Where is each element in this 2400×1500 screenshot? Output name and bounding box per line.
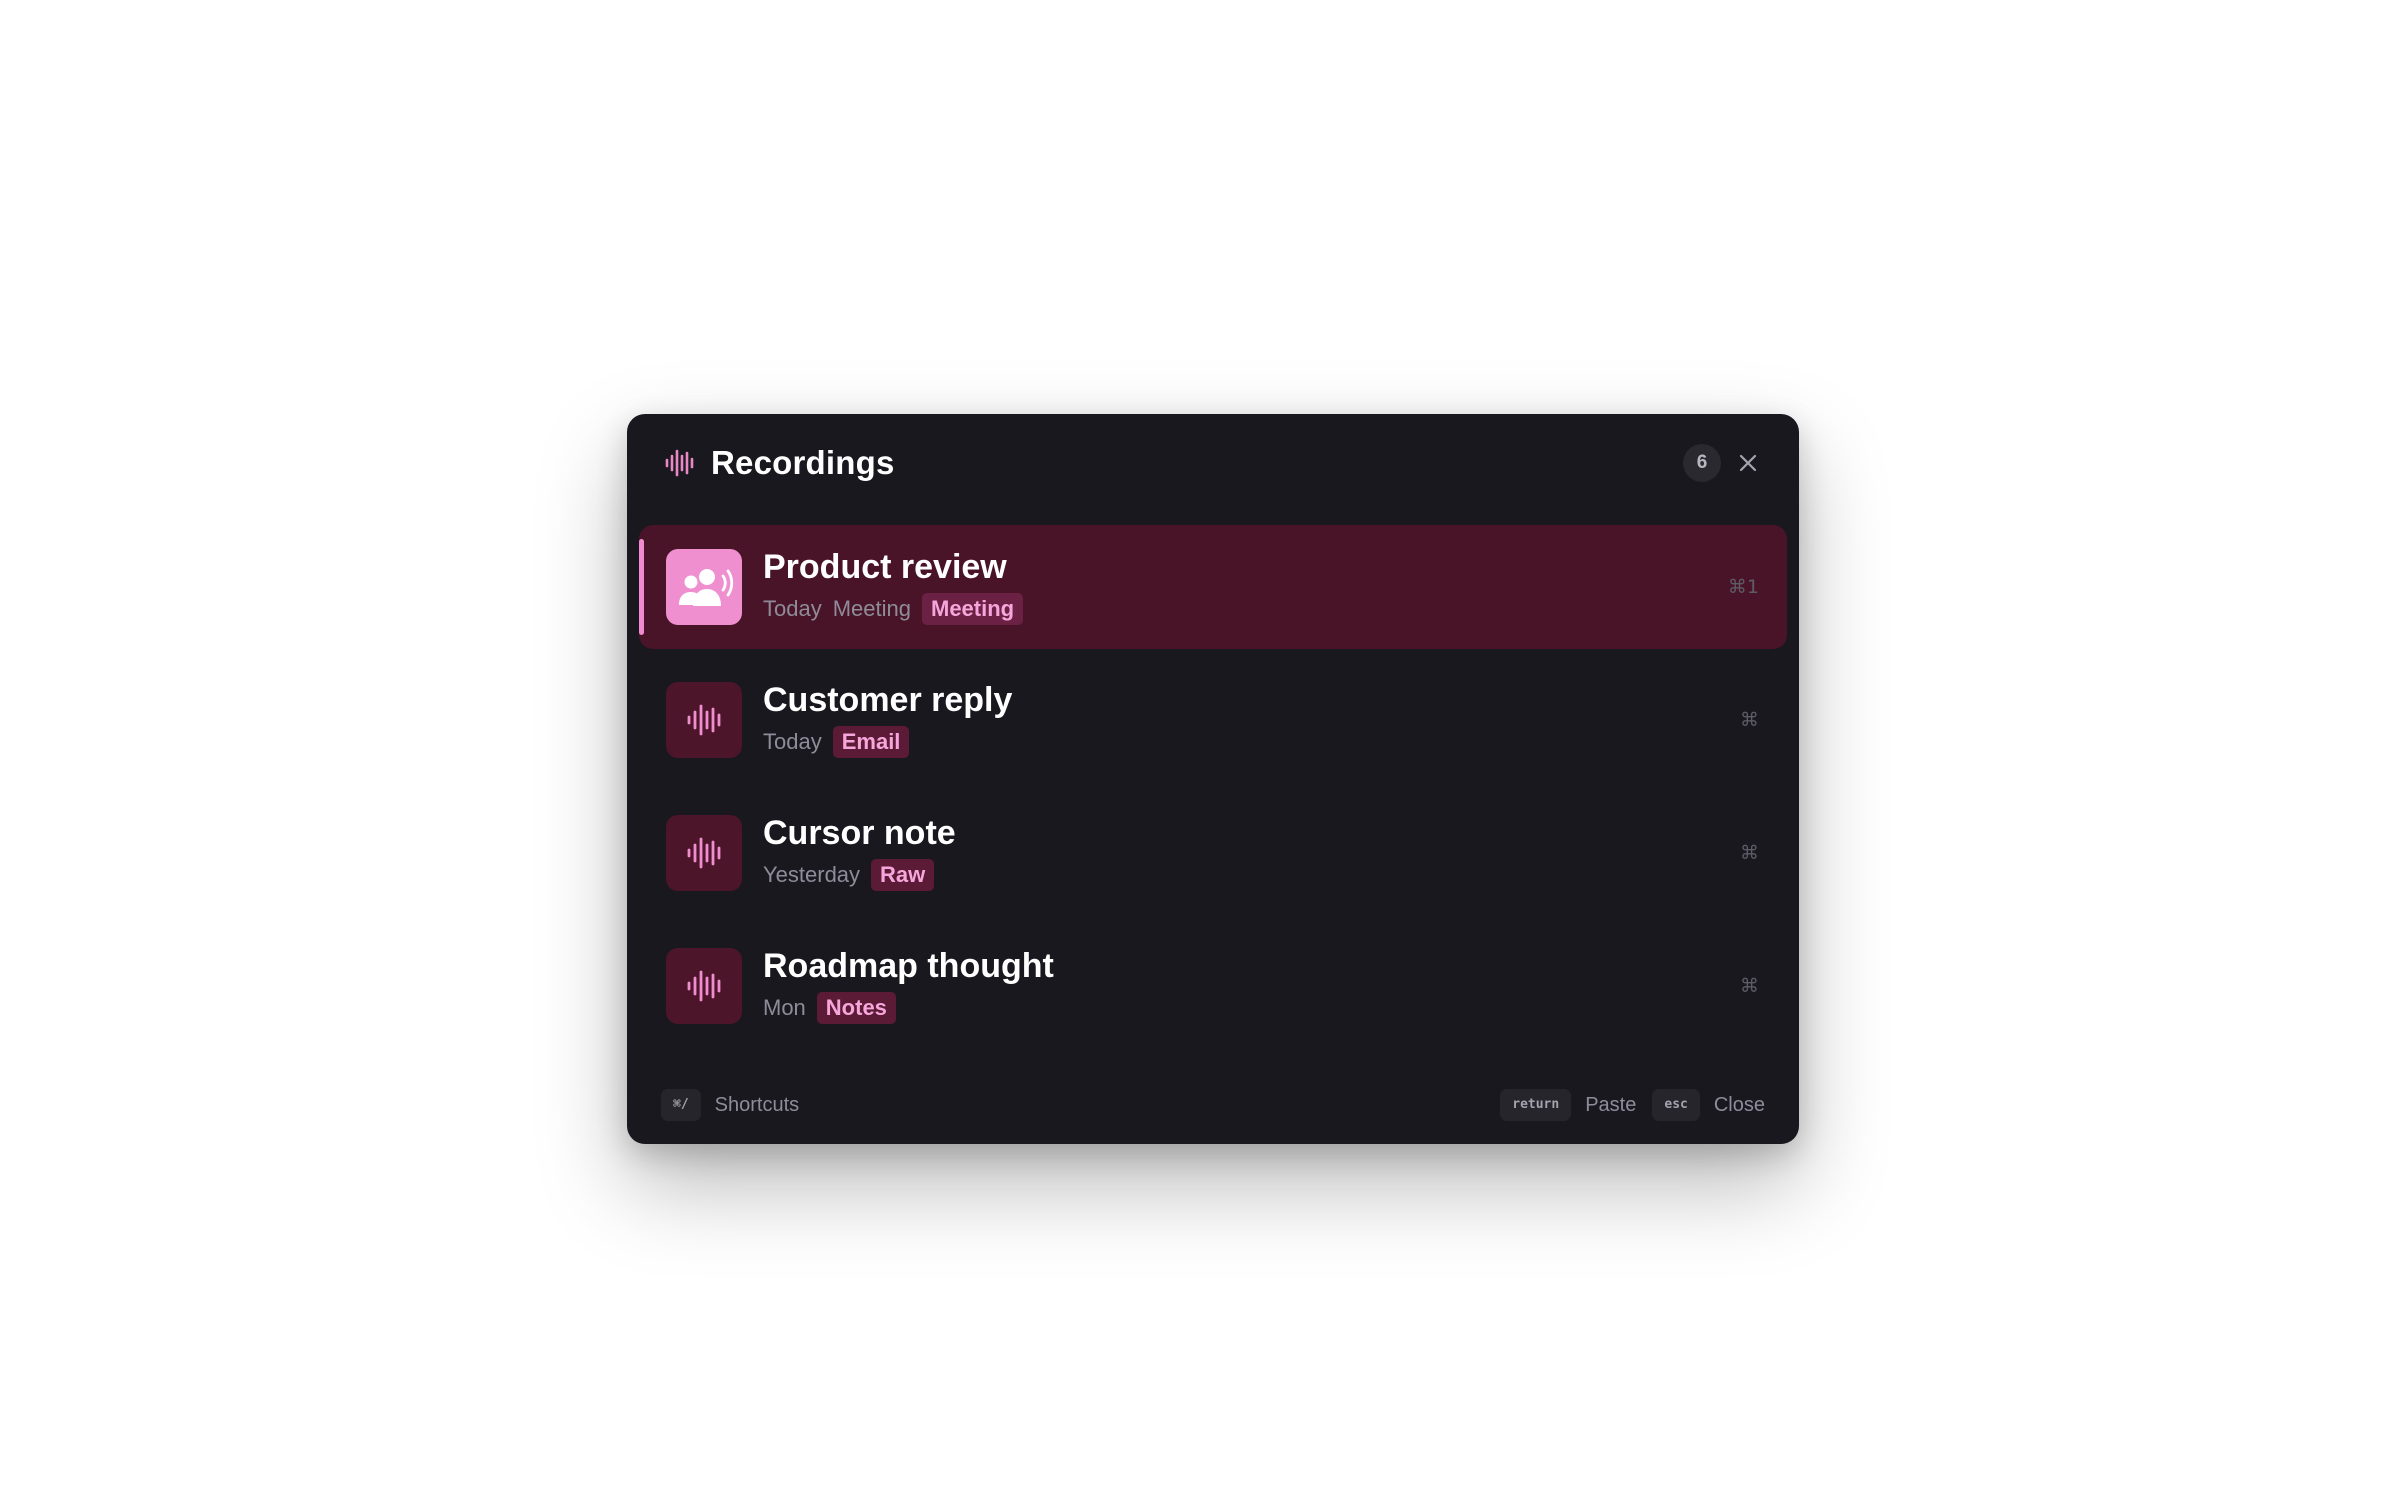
recording-meta: Today Meeting Meeting: [763, 593, 1024, 625]
recording-kind: Meeting: [832, 596, 911, 621]
recording-title: Cursor note: [763, 814, 956, 852]
recording-shortcut: ⌘: [1740, 842, 1759, 864]
recording-tag: Raw: [871, 859, 935, 891]
recording-date: Yesterday: [763, 862, 861, 887]
recording-shortcut: ⌘: [1740, 709, 1759, 731]
recording-shortcut: ⌘: [1740, 975, 1759, 997]
recording-date: Mon: [763, 995, 806, 1020]
waveform-icon: [666, 815, 742, 891]
paste-key[interactable]: return: [1500, 1089, 1572, 1121]
recording-text: Product review Today Meeting Meeting: [763, 547, 1024, 625]
recording-row-roadmap-thought[interactable]: Roadmap thought Mon Notes ⌘: [639, 924, 1787, 1048]
shortcuts-key[interactable]: ⌘/: [661, 1089, 701, 1121]
panel-header: Recordings 6: [663, 440, 1763, 486]
close-key[interactable]: esc: [1652, 1089, 1700, 1121]
recording-row-cursor-note[interactable]: Cursor note Yesterday Raw ⌘: [639, 791, 1787, 915]
recording-row-product-review[interactable]: Product review Today Meeting Meeting ⌘1: [639, 525, 1787, 649]
recording-meta: Yesterday Raw: [763, 859, 956, 891]
recording-text: Cursor note Yesterday Raw: [763, 813, 956, 891]
recordings-panel: Recordings 6 Product review Today Meetin…: [627, 414, 1799, 1144]
close-icon: [1739, 454, 1757, 472]
recording-date: Today: [763, 596, 822, 621]
recording-date: Today: [763, 729, 822, 754]
people-speaking-icon: [666, 549, 742, 625]
paste-label[interactable]: Paste: [1585, 1094, 1636, 1117]
close-label[interactable]: Close: [1714, 1094, 1765, 1117]
recording-title: Customer reply: [763, 681, 1013, 719]
recording-meta: Mon Notes: [763, 992, 1054, 1024]
recordings-list: Product review Today Meeting Meeting ⌘1: [639, 525, 1787, 1057]
panel-footer: ⌘/ Shortcuts return Paste esc Close: [661, 1088, 1765, 1122]
recording-title: Product review: [763, 548, 1007, 586]
recording-text: Roadmap thought Mon Notes: [763, 946, 1054, 1024]
recording-tag: Meeting: [922, 593, 1024, 625]
recording-tag: Notes: [816, 992, 896, 1024]
waveform-icon: [663, 446, 697, 480]
recording-title: Roadmap thought: [763, 947, 1054, 985]
recording-meta: Today Email: [763, 726, 1012, 758]
page-title: Recordings: [711, 444, 895, 481]
recording-row-customer-reply[interactable]: Customer reply Today Email ⌘: [639, 658, 1787, 782]
waveform-icon: [666, 682, 742, 758]
selection-indicator: [639, 539, 644, 635]
waveform-icon: [666, 948, 742, 1024]
recording-tag: Email: [832, 726, 910, 758]
close-button[interactable]: [1733, 448, 1763, 478]
recording-shortcut: ⌘1: [1727, 576, 1759, 598]
count-badge: 6: [1683, 444, 1721, 482]
recording-text: Customer reply Today Email: [763, 680, 1012, 758]
shortcuts-label[interactable]: Shortcuts: [715, 1094, 799, 1117]
